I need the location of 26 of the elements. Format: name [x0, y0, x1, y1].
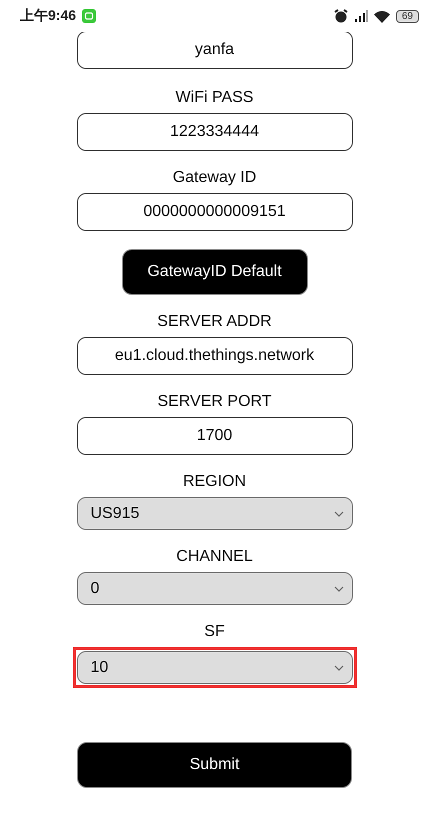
field-label: SF [204, 622, 225, 642]
signal-icon [354, 9, 368, 23]
field-label: Gateway ID [172, 168, 256, 188]
battery-icon: 69 [396, 10, 419, 22]
chevron-down-icon [334, 510, 344, 516]
app-icon [82, 9, 96, 23]
wifi-icon [374, 10, 390, 22]
submit-button[interactable]: Submit [77, 742, 352, 788]
default-button[interactable]: GatewayID Default [122, 249, 308, 295]
text-field[interactable]: yanfa [76, 32, 352, 69]
dropdown[interactable]: 0 [76, 572, 352, 605]
text-field[interactable]: 0000000000009151 [76, 193, 352, 231]
dropdown[interactable]: 10 [76, 651, 352, 684]
chevron-down-icon [334, 664, 344, 670]
text-field[interactable]: 1700 [76, 417, 352, 455]
alarm-icon [334, 9, 348, 23]
text-field[interactable]: 1223334444 [76, 113, 352, 151]
field-label: CHANNEL [176, 547, 253, 567]
field-label: SERVER ADDR [157, 312, 272, 332]
field-label: REGION [182, 472, 246, 492]
field-label: SERVER PORT [157, 392, 272, 412]
text-field[interactable]: eu1.cloud.thethings.network [76, 337, 352, 375]
dropdown[interactable]: US915 [76, 497, 352, 530]
field-label: WiFi PASS [176, 88, 254, 108]
status-time: 上午9:46 [20, 7, 76, 25]
chevron-down-icon [334, 586, 344, 592]
